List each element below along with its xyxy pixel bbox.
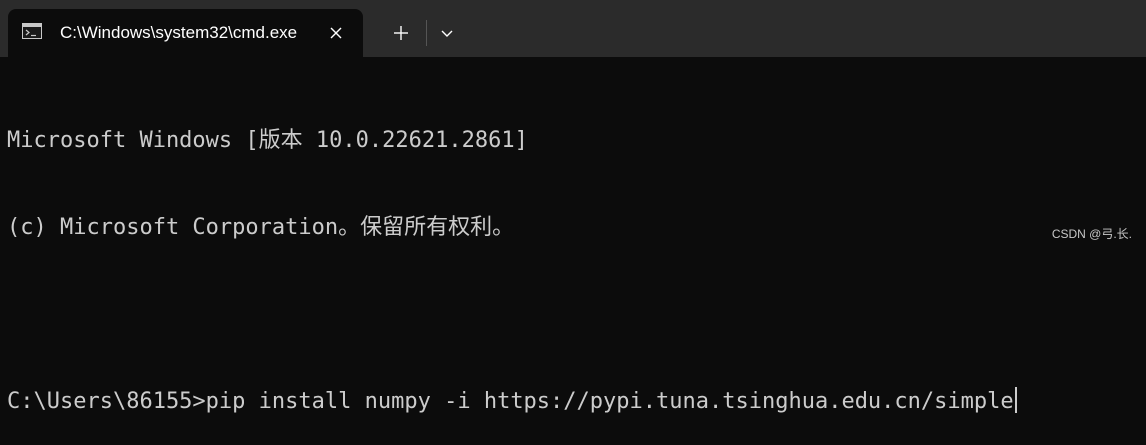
title-bar: C:\Windows\system32\cmd.exe <box>0 0 1146 57</box>
console-output[interactable]: Microsoft Windows [版本 10.0.22621.2861] (… <box>7 68 1146 414</box>
plus-icon[interactable] <box>384 18 418 48</box>
command-text: C:\Users\86155>pip install numpy -i http… <box>7 389 1014 414</box>
chevron-down-icon[interactable] <box>432 18 462 48</box>
tab-separator <box>426 20 427 46</box>
console-line-copyright: (c) Microsoft Corporation。保留所有权利。 <box>7 215 515 240</box>
tab-title: C:\Windows\system32\cmd.exe <box>60 23 298 42</box>
console-line-version: Microsoft Windows [版本 10.0.22621.2861] <box>7 128 528 153</box>
watermark: CSDN @弓.长. <box>1051 227 1132 241</box>
command-prompt-line[interactable]: C:\Users\86155>pip install numpy -i http… <box>7 387 1146 416</box>
tab-cmd[interactable]: C:\Windows\system32\cmd.exe <box>8 9 363 57</box>
close-icon[interactable] <box>324 21 348 45</box>
terminal-icon <box>22 23 42 39</box>
text-cursor <box>1014 387 1017 413</box>
